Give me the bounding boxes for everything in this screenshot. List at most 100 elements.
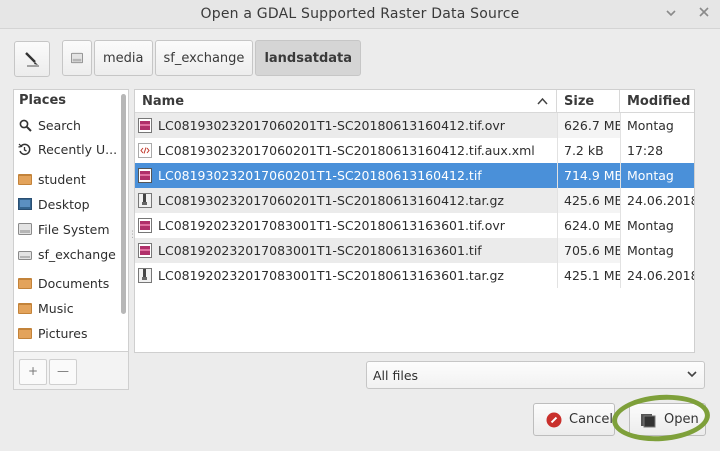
- sidebar-scrollbar[interactable]: [121, 94, 126, 314]
- breadcrumb-landsatdata[interactable]: landsatdata: [255, 40, 362, 76]
- file-type-filter[interactable]: All files: [366, 361, 705, 389]
- breadcrumb-drive[interactable]: [62, 40, 92, 76]
- folder-icon: [18, 327, 32, 340]
- table-row[interactable]: LC081930232017060201T1-SC20180613160412.…: [135, 188, 694, 213]
- sidebar-item-label: Music: [38, 300, 74, 316]
- sidebar-item-label: sf_exchange: [38, 246, 116, 262]
- file-modified: Montag: [620, 163, 694, 188]
- drive-eject-icon: [18, 248, 32, 261]
- table-row[interactable]: LC081920232017083001T1-SC20180613163601.…: [135, 238, 694, 263]
- file-name: LC081930232017060201T1-SC20180613160412.…: [158, 168, 482, 183]
- file-size: 425.6 MB: [557, 188, 620, 213]
- file-modified: Montag: [627, 118, 674, 133]
- file-modified: 24.06.2018: [627, 193, 694, 208]
- type-location-button[interactable]: [14, 41, 50, 77]
- breadcrumb: media sf_exchange landsatdata: [62, 40, 363, 76]
- sidebar-item-recent[interactable]: Recently U...: [14, 137, 117, 161]
- image-file-icon: [138, 168, 152, 183]
- file-modified: 17:28: [627, 143, 664, 158]
- places-footer: + —: [13, 351, 129, 390]
- file-name: LC081930232017060201T1-SC20180613160412.…: [158, 143, 535, 158]
- search-icon: [18, 119, 32, 132]
- sidebar-item-student[interactable]: student: [14, 167, 117, 191]
- sidebar-item-desktop[interactable]: Desktop: [14, 192, 117, 216]
- file-size: 7.2 kB: [557, 138, 620, 163]
- table-row[interactable]: LC081920232017083001T1-SC20180613163601.…: [135, 263, 694, 288]
- column-header-name[interactable]: Name: [135, 90, 557, 113]
- file-size: 714.9 MB: [557, 163, 620, 188]
- table-row[interactable]: LC08193023201706020​1T1-SC20180613160412…: [135, 113, 694, 138]
- sidebar-item-search[interactable]: Search: [14, 113, 117, 137]
- sidebar-item-label: File System: [38, 221, 110, 237]
- folder-icon: [18, 277, 32, 290]
- file-name: LC081930232017060201T1-SC20180613160412.…: [158, 193, 504, 208]
- table-row-selected[interactable]: LC081930232017060201T1-SC20180613160412.…: [135, 163, 694, 188]
- file-modified: Montag: [627, 243, 674, 258]
- remove-place-button[interactable]: —: [49, 359, 77, 385]
- sort-ascending-icon: [537, 97, 548, 105]
- file-size: 626.7 MB: [557, 113, 620, 138]
- column-header-modified[interactable]: Modified: [620, 90, 694, 113]
- drive-icon: [71, 52, 83, 64]
- places-header: Places: [19, 93, 67, 108]
- file-type-filter-value: All files: [373, 368, 419, 383]
- open-button[interactable]: Open: [629, 403, 706, 436]
- file-size: 624.0 MB: [557, 213, 620, 238]
- close-icon[interactable]: [697, 7, 711, 21]
- open-button-label: Open: [664, 412, 699, 427]
- sidebar-item-label: Recently U...: [37, 141, 117, 157]
- table-row[interactable]: LC081920232017083001T1-SC20180613163601.…: [135, 213, 694, 238]
- title-bar: Open a GDAL Supported Raster Data Source: [0, 0, 720, 29]
- image-file-icon: [138, 218, 152, 233]
- xml-file-icon: [138, 143, 152, 158]
- archive-file-icon: [138, 268, 152, 283]
- desktop-icon: [18, 198, 32, 211]
- cancel-button[interactable]: Cancel: [533, 403, 615, 436]
- home-folder-icon: [18, 173, 32, 186]
- sidebar-item-label: Search: [38, 117, 81, 133]
- column-header-size[interactable]: Size: [557, 90, 620, 113]
- sidebar-item-label: student: [38, 171, 86, 187]
- file-name: LC081920232017083001T1-SC20180613163601.…: [158, 218, 505, 233]
- sidebar-item-music[interactable]: Music: [14, 296, 117, 320]
- sidebar-item-label: Desktop: [38, 196, 90, 212]
- sidebar-item-label: Pictures: [38, 325, 88, 341]
- file-name: LC08193023201706020​1T1-SC20180613160412…: [158, 118, 505, 133]
- breadcrumb-media[interactable]: media: [94, 40, 153, 76]
- archive-file-icon: [138, 193, 152, 208]
- file-modified: 24.06.2018: [627, 268, 694, 283]
- file-name: LC081920232017083001T1-SC20180613163601.…: [158, 268, 504, 283]
- column-divider: [620, 113, 621, 288]
- chevron-down-icon[interactable]: [664, 7, 678, 21]
- sidebar-item-sf-exchange[interactable]: sf_exchange: [14, 242, 117, 266]
- table-row[interactable]: LC081930232017060201T1-SC20180613160412.…: [135, 138, 694, 163]
- sidebar-item-file-system[interactable]: File System: [14, 217, 117, 241]
- sidebar-item-documents[interactable]: Documents: [14, 271, 117, 295]
- open-folder-icon: [641, 413, 656, 427]
- pane-resize-handle[interactable]: ⋮: [128, 230, 137, 248]
- breadcrumb-sf-exchange[interactable]: sf_exchange: [154, 40, 254, 76]
- clock-icon: [18, 143, 32, 156]
- image-file-icon: [138, 243, 152, 258]
- window-title: Open a GDAL Supported Raster Data Source: [200, 6, 520, 22]
- file-list: Name Size Modified LC08193023201706020​1…: [134, 89, 695, 353]
- column-header-label: Size: [564, 93, 595, 109]
- column-divider: [557, 113, 558, 288]
- file-name: LC081920232017083001T1-SC20180613163601.…: [158, 243, 482, 258]
- file-size: 705.6 MB: [557, 238, 620, 263]
- file-size: 425.1 MB: [557, 263, 620, 288]
- add-place-button[interactable]: +: [19, 359, 47, 385]
- places-sidebar: Places Search Recently U... student Desk…: [13, 89, 129, 353]
- image-file-icon: [138, 118, 152, 133]
- column-header-label: Modified: [627, 93, 691, 109]
- cancel-button-label: Cancel: [569, 412, 614, 427]
- drive-icon: [18, 223, 32, 236]
- folder-icon: [18, 302, 32, 315]
- chevron-down-icon: [686, 367, 698, 384]
- cancel-icon: [546, 412, 562, 427]
- column-header-label: Name: [142, 93, 185, 109]
- pencil-icon: [25, 52, 39, 67]
- sidebar-item-pictures[interactable]: Pictures: [14, 321, 117, 345]
- sidebar-item-label: Documents: [38, 275, 110, 291]
- file-modified: Montag: [627, 218, 674, 233]
